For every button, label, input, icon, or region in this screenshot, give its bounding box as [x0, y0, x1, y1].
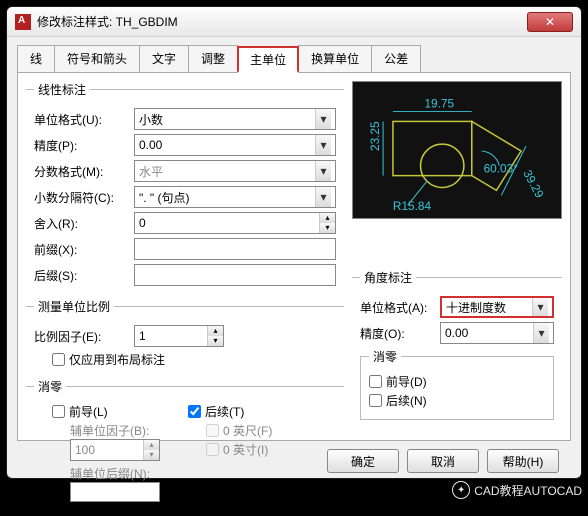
- tab-bar: 线 符号和箭头 文字 调整 主单位 换算单位 公差: [17, 45, 571, 73]
- linear-legend: 线性标注: [34, 81, 90, 98]
- watermark: ✦ CAD教程AUTOCAD: [452, 481, 582, 499]
- decimal-sep-select[interactable]: ". " (句点)▾: [134, 186, 336, 208]
- tab-primary-units[interactable]: 主单位: [237, 46, 299, 73]
- dialog: 修改标注样式: TH_GBDIM ✕ 线 符号和箭头 文字 调整 主单位 换算单…: [6, 6, 582, 479]
- ang-prec-label: 精度(O):: [360, 325, 440, 342]
- chevron-down-icon: ▾: [315, 135, 331, 155]
- spin-up-icon[interactable]: ▴: [208, 326, 223, 336]
- spin-down-icon[interactable]: ▾: [144, 450, 159, 460]
- scale-group: 测量单位比例 比例因子(E): 1▴▾ 仅应用到布局标注: [26, 298, 344, 378]
- wechat-icon: ✦: [452, 481, 470, 499]
- linear-group: 线性标注 单位格式(U): 小数▾ 精度(P): 0.00▾ 分数格式(M): …: [26, 81, 344, 298]
- round-label: 舍入(R):: [34, 215, 134, 232]
- tab-symbols[interactable]: 符号和箭头: [54, 45, 140, 72]
- sub-suffix-input[interactable]: [70, 482, 160, 502]
- sub-suffix-label: 辅单位后缀(N):: [70, 465, 182, 482]
- ang-trailing-label: 后续(N): [386, 392, 427, 409]
- ang-prec-select[interactable]: 0.00▾: [440, 322, 554, 344]
- angular-legend: 角度标注: [360, 269, 416, 286]
- layout-only-checkbox[interactable]: [52, 353, 65, 366]
- prefix-input[interactable]: [134, 238, 336, 260]
- spin-up-icon[interactable]: ▴: [320, 213, 335, 223]
- scale-factor-spinner[interactable]: 1▴▾: [134, 325, 224, 347]
- chevron-down-icon: ▾: [532, 298, 548, 316]
- unit-format-label: 单位格式(U):: [34, 111, 134, 128]
- tab-lines[interactable]: 线: [17, 45, 55, 72]
- spin-down-icon[interactable]: ▾: [208, 336, 223, 346]
- ang-unit-select[interactable]: 十进制度数▾: [440, 296, 554, 318]
- decimal-sep-label: 小数分隔符(C):: [34, 189, 134, 206]
- ang-leading-label: 前导(D): [386, 373, 427, 390]
- suffix-label: 后缀(S):: [34, 267, 134, 284]
- precision-select[interactable]: 0.00▾: [134, 134, 336, 156]
- scale-factor-label: 比例因子(E):: [34, 328, 134, 345]
- svg-text:R15.84: R15.84: [393, 199, 432, 213]
- chevron-down-icon: ▾: [315, 161, 331, 181]
- sub-factor-label: 辅单位因子(B):: [70, 422, 182, 439]
- trailing-checkbox[interactable]: [188, 405, 201, 418]
- chevron-down-icon: ▾: [315, 109, 331, 129]
- leading-checkbox[interactable]: [52, 405, 65, 418]
- window-title: 修改标注样式: TH_GBDIM: [37, 13, 527, 30]
- close-button[interactable]: ✕: [527, 12, 573, 32]
- feet-label: 0 英尺(F): [223, 422, 272, 439]
- chevron-down-icon: ▾: [533, 323, 549, 343]
- tab-alt-units[interactable]: 换算单位: [298, 45, 372, 72]
- tab-text[interactable]: 文字: [139, 45, 189, 72]
- leading-label: 前导(L): [69, 403, 108, 420]
- zero-group: 消零 前导(L) 辅单位因子(B): 100▴▾ 辅单位后缀(N):: [26, 378, 344, 510]
- tab-tolerance[interactable]: 公差: [371, 45, 421, 72]
- layout-only-label: 仅应用到布局标注: [69, 351, 165, 368]
- angular-group: 角度标注 单位格式(A): 十进制度数▾ 精度(O): 0.00▾ 消零 前导(…: [352, 269, 562, 434]
- dialog-body: 线 符号和箭头 文字 调整 主单位 换算单位 公差 线性标注 单位格式(U): …: [7, 37, 581, 489]
- precision-label: 精度(P):: [34, 137, 134, 154]
- ang-zero-group: 消零 前导(D) 后续(N): [360, 348, 554, 420]
- fraction-select[interactable]: 水平▾: [134, 160, 336, 182]
- inch-label: 0 英寸(I): [223, 441, 268, 458]
- round-spinner[interactable]: 0▴▾: [134, 212, 336, 234]
- prefix-label: 前缀(X):: [34, 241, 134, 258]
- zero-legend: 消零: [34, 378, 66, 395]
- svg-text:23.25: 23.25: [368, 121, 382, 151]
- ang-leading-checkbox[interactable]: [369, 375, 382, 388]
- chevron-down-icon: ▾: [315, 187, 331, 207]
- unit-format-select[interactable]: 小数▾: [134, 108, 336, 130]
- preview-pane: 19.75 23.25 R15.84 60.03° 39.29: [352, 81, 562, 219]
- tab-content: 线性标注 单位格式(U): 小数▾ 精度(P): 0.00▾ 分数格式(M): …: [17, 73, 571, 441]
- spin-down-icon[interactable]: ▾: [320, 223, 335, 233]
- feet-checkbox: [206, 424, 219, 437]
- spin-up-icon[interactable]: ▴: [144, 440, 159, 450]
- app-icon: [15, 14, 31, 30]
- trailing-label: 后续(T): [205, 403, 244, 420]
- titlebar: 修改标注样式: TH_GBDIM ✕: [7, 7, 581, 37]
- ang-trailing-checkbox[interactable]: [369, 394, 382, 407]
- tab-fit[interactable]: 调整: [188, 45, 238, 72]
- svg-text:60.03°: 60.03°: [484, 162, 519, 176]
- sub-factor-spinner[interactable]: 100▴▾: [70, 439, 160, 461]
- suffix-input[interactable]: [134, 264, 336, 286]
- ang-zero-legend: 消零: [369, 348, 401, 365]
- fraction-label: 分数格式(M):: [34, 163, 134, 180]
- ang-unit-label: 单位格式(A):: [360, 299, 440, 316]
- svg-text:39.29: 39.29: [520, 168, 546, 201]
- svg-text:19.75: 19.75: [424, 97, 454, 111]
- scale-legend: 测量单位比例: [34, 298, 114, 315]
- inch-checkbox: [206, 443, 219, 456]
